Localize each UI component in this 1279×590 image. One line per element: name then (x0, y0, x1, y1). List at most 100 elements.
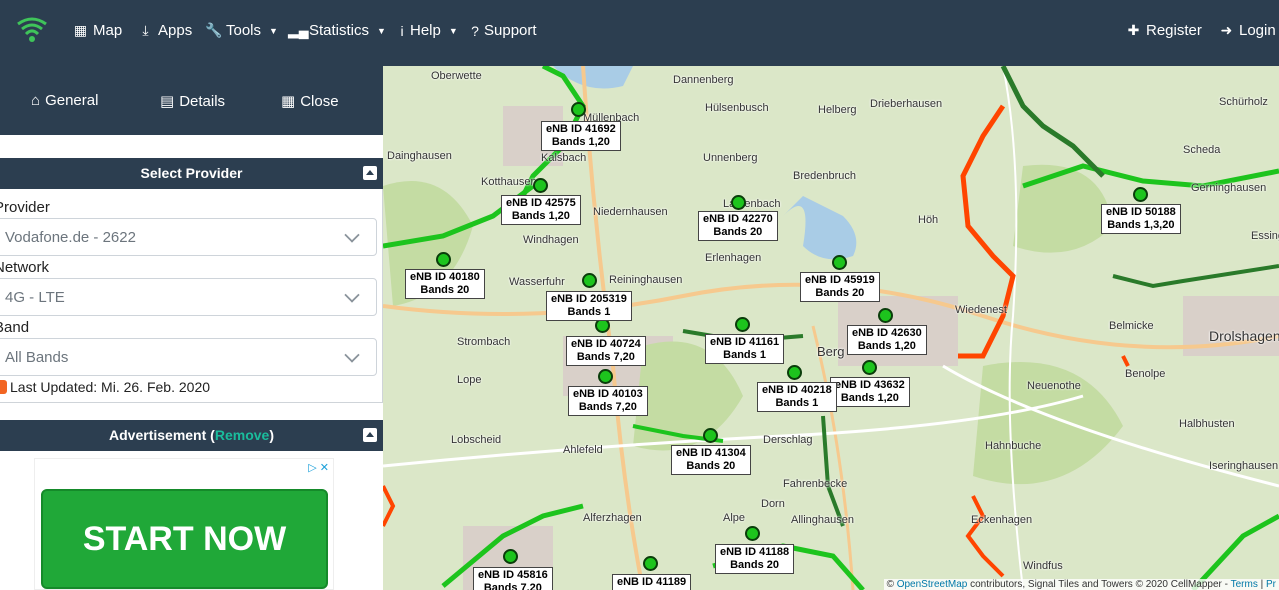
place-label: Schürholz (1219, 96, 1268, 108)
place-label: Halbhusten (1179, 418, 1235, 430)
cell-tower-marker[interactable] (878, 308, 893, 323)
cell-tower-marker[interactable] (503, 549, 518, 564)
cell-tower-marker[interactable] (703, 428, 718, 443)
terms-link[interactable]: Terms (1231, 579, 1258, 590)
cell-tower-label[interactable]: eNB ID 41304 Bands 20 (671, 445, 751, 475)
cell-tower-label[interactable]: eNB ID 41188 Bands 20 (715, 544, 795, 574)
tab-general[interactable]: ⌂ General (31, 92, 98, 109)
user-plus-icon: ✚ (1127, 22, 1140, 38)
osm-link[interactable]: OpenStreetMap (897, 579, 968, 590)
band-select[interactable]: All Bands (0, 338, 377, 376)
nav-tools[interactable]: 🔧 Tools ▼ (205, 22, 278, 39)
cell-tower-marker[interactable] (1133, 187, 1148, 202)
cell-bands: Bands 1 (723, 349, 766, 361)
cell-id: eNB ID 40103 (573, 388, 643, 400)
cell-tower-label[interactable]: eNB ID 45816 Bands 7,20 (473, 567, 553, 590)
cell-bands: Bands 20 (686, 460, 736, 472)
cell-tower-marker[interactable] (731, 195, 746, 210)
band-label: Band (0, 319, 30, 336)
place-label: Berg (817, 344, 845, 359)
cell-tower-label[interactable]: eNB ID 42270 Bands 20 (698, 211, 778, 241)
cell-tower-label[interactable]: eNB ID 50188 Bands 1,3,20 (1101, 204, 1181, 234)
place-label: Dainghausen (387, 150, 452, 162)
place-label: Strombach (457, 336, 511, 348)
place-label: Höh (918, 214, 939, 226)
cell-tower-label[interactable]: eNB ID 40180 Bands 20 (405, 269, 485, 299)
tab-close[interactable]: ▦ Close (281, 92, 339, 111)
collapse-up-icon[interactable] (363, 428, 377, 442)
cell-id: eNB ID 40218 (762, 384, 832, 396)
provider-value: Vodafone.de - 2622 (5, 229, 136, 246)
nav-statistics[interactable]: ▂▄ Statistics ▼ (288, 22, 386, 39)
map-view[interactable]: Oberwette Müllenbach Dannenberg Hülsenbu… (383, 66, 1279, 590)
cell-tower-label[interactable]: eNB ID 43632 Bands 1,20 (830, 377, 910, 407)
select-provider-header: Select Provider (0, 158, 383, 189)
start-now-button[interactable]: START NOW (41, 489, 328, 589)
register-link[interactable]: ✚ Register (1125, 22, 1202, 39)
place-label: Windhagen (523, 234, 579, 246)
nav-help[interactable]: i Help ▼ (398, 22, 457, 39)
last-updated: Last Updated: Mi. 26. Feb. 2020 (0, 379, 210, 395)
cell-tower-label[interactable]: eNB ID 41692 Bands 1,20 (541, 121, 621, 151)
advertisement-title: Advertisement (109, 427, 207, 443)
tab-details[interactable]: ▤ Details (160, 92, 225, 111)
download-icon: ⤓ (142, 22, 149, 38)
place-label: Neuenothe (1027, 380, 1081, 392)
cell-tower-marker[interactable] (787, 365, 802, 380)
nav-apps-label: Apps (158, 22, 193, 39)
provider-select[interactable]: Vodafone.de - 2622 (0, 218, 377, 256)
cell-tower-label[interactable]: eNB ID 42575 Bands 1,20 (501, 195, 581, 225)
cell-tower-marker[interactable] (643, 556, 658, 571)
place-label: Erlenhagen (705, 252, 762, 264)
login-link[interactable]: ➜ Login (1218, 22, 1276, 39)
cell-tower-label[interactable]: eNB ID 41161 Bands 1 (705, 334, 785, 364)
network-select[interactable]: 4G - LTE (0, 278, 377, 316)
place-label: Bredenbruch (793, 170, 856, 182)
adchoices-icon[interactable]: ▷ ✕ (308, 461, 329, 474)
privacy-link[interactable]: Pr (1266, 579, 1276, 590)
cell-bands: Bands 20 (420, 284, 470, 296)
advertisement-header: Advertisement (Remove) (0, 420, 383, 451)
cell-tower-marker[interactable] (745, 526, 760, 541)
cell-tower-marker[interactable] (832, 255, 847, 270)
cell-bands: Bands 1 (567, 306, 611, 318)
attribution-text: contributors, Signal Tiles and Towers © … (970, 579, 1228, 590)
cell-tower-label[interactable]: eNB ID 45919 Bands 20 (800, 272, 880, 302)
place-label: Iseringhausen (1209, 460, 1279, 472)
cell-tower-label[interactable]: eNB ID 205319 Bands 1 (546, 291, 632, 321)
place-label: Kotthausen (481, 176, 537, 188)
cell-tower-label[interactable]: eNB ID 40724 Bands 7,20 (566, 336, 646, 366)
nav-map[interactable]: ▦ Map (72, 22, 122, 39)
nav-apps[interactable]: ⤓ Apps (137, 22, 192, 39)
cell-bands: Bands 1,3,20 (1107, 219, 1175, 231)
login-label: Login (1239, 22, 1276, 39)
cell-id: eNB ID 40180 (410, 271, 480, 283)
cell-tower-label[interactable]: eNB ID 42630 Bands 1,20 (847, 325, 927, 355)
band-value: All Bands (5, 349, 69, 366)
place-label: Benolpe (1125, 368, 1166, 380)
nav-support-label: Support (484, 22, 537, 39)
cell-bands: Bands 20 (730, 559, 780, 571)
cell-tower-marker[interactable] (862, 360, 877, 375)
cell-tower-marker[interactable] (598, 369, 613, 384)
cell-tower-marker[interactable] (436, 252, 451, 267)
ad-banner[interactable]: ▷ ✕ START NOW (34, 458, 334, 590)
tab-general-label: General (45, 92, 99, 109)
advertisement-paren-close: ) (269, 427, 274, 443)
nav-statistics-label: Statistics (309, 22, 370, 39)
cell-tower-marker[interactable] (735, 317, 750, 332)
remove-ad-link[interactable]: Remove (215, 427, 269, 443)
place-label: Essinghausen (1251, 230, 1279, 242)
cell-bands: Bands 1,20 (511, 210, 570, 222)
cell-tower-marker[interactable] (582, 273, 597, 288)
cellmapper-logo-icon[interactable] (14, 12, 50, 48)
chevron-down-icon (344, 227, 360, 243)
collapse-up-icon[interactable] (363, 166, 377, 180)
nav-support[interactable]: ? Support (470, 22, 537, 39)
cell-tower-label[interactable]: eNB ID 40218 Bands 1 (757, 382, 837, 412)
cell-tower-label[interactable]: eNB ID 40103 Bands 7,20 (568, 386, 648, 416)
place-label: Oberwette (431, 70, 482, 82)
cell-tower-marker[interactable] (533, 178, 548, 193)
cell-tower-marker[interactable] (571, 102, 586, 117)
cell-tower-label[interactable]: eNB ID 41189 (612, 574, 692, 590)
